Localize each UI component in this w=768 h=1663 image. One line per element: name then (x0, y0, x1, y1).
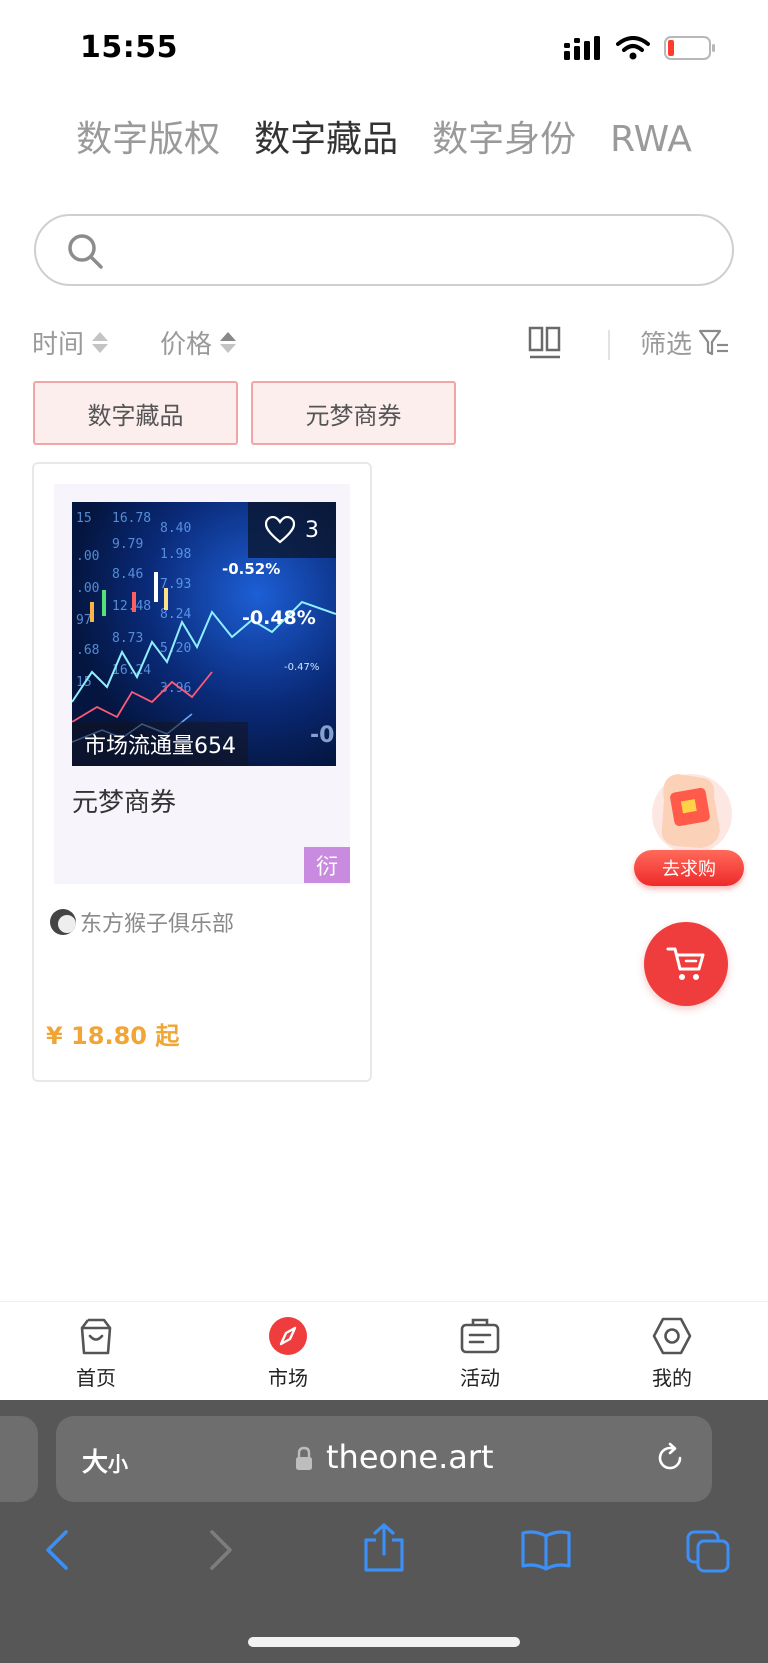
request-to-buy-button[interactable]: 去求购 (634, 756, 744, 886)
svg-text:.00: .00 (76, 549, 99, 564)
reload-icon[interactable] (654, 1442, 686, 1474)
search-icon (68, 234, 103, 269)
sort-arrows-icon (92, 332, 109, 353)
svg-text:8.73: 8.73 (112, 631, 143, 646)
creator-avatar (50, 909, 76, 935)
search-box[interactable] (34, 214, 734, 286)
ticket-icon (460, 1318, 500, 1354)
battery-low-icon (664, 36, 715, 60)
filter-button[interactable]: 筛选 (640, 324, 730, 361)
sort-time-label: 时间 (32, 330, 85, 360)
svg-text:-0.: -0. (310, 723, 336, 748)
search-input[interactable] (116, 226, 716, 276)
status-time: 15:55 (80, 30, 178, 65)
like-button[interactable]: 3 (248, 502, 336, 558)
lock-icon (296, 1446, 312, 1470)
product-price: ¥ 18.80 起 (46, 1022, 180, 1050)
svg-text:.00: .00 (76, 581, 99, 596)
address-bar[interactable]: 大小 theone.art (56, 1416, 712, 1502)
creator-name: 东方猴子俱乐部 (80, 912, 235, 937)
svg-text:1.98: 1.98 (160, 547, 191, 562)
cart-button[interactable] (644, 922, 728, 1006)
svg-text:.68: .68 (76, 643, 99, 658)
svg-text:-0.48%: -0.48% (242, 607, 316, 629)
nav-item-home[interactable]: 首页 (46, 1316, 146, 1391)
category-tabs: 数字版权 数字藏品 数字身份 RWA (0, 110, 768, 170)
status-bar: 15:55 (0, 0, 768, 96)
nav-label-market: 市场 (268, 1366, 308, 1390)
svg-text:15: 15 (76, 511, 92, 526)
bottom-nav: 首页 市场 活动 我的 (0, 1301, 768, 1400)
svg-text:12.48: 12.48 (112, 599, 151, 614)
filter-label: 筛选 (640, 330, 693, 360)
chip-yuanmeng-voucher[interactable]: 元梦商券 (251, 381, 456, 445)
svg-text:16.24: 16.24 (112, 663, 151, 678)
nav-item-activity[interactable]: 活动 (430, 1316, 530, 1391)
grid-view-icon[interactable] (528, 326, 562, 362)
wifi-icon (616, 36, 650, 60)
svg-text:97: 97 (76, 613, 92, 628)
nav-item-profile[interactable]: 我的 (622, 1316, 722, 1391)
browser-toolbar: 大小 theone.art (0, 1400, 768, 1663)
tab-digital-copyright[interactable]: 数字版权 (76, 110, 220, 170)
heart-icon (265, 516, 295, 544)
forward-icon[interactable] (206, 1528, 236, 1572)
sort-price-label: 价格 (160, 330, 213, 360)
svg-text:9.79: 9.79 (112, 537, 143, 552)
hexagon-settings-icon (652, 1317, 692, 1355)
home-indicator (248, 1637, 520, 1647)
previous-tab-preview[interactable] (0, 1416, 38, 1502)
sort-arrows-icon (220, 332, 237, 353)
nav-label-profile: 我的 (652, 1366, 692, 1390)
filter-icon (698, 329, 729, 355)
svg-text:-0.52%: -0.52% (222, 560, 280, 578)
svg-text:5.20: 5.20 (160, 641, 191, 656)
svg-text:-0.47%: -0.47% (284, 662, 319, 673)
tab-rwa[interactable]: RWA (610, 110, 692, 170)
sort-bar: 时间 价格 筛选 (0, 324, 768, 366)
product-title: 元梦商券 (72, 788, 177, 818)
url-text: theone.art (326, 1438, 494, 1476)
nav-item-market[interactable]: 市场 (238, 1316, 338, 1391)
tab-digital-identity[interactable]: 数字身份 (432, 110, 576, 170)
creator-info: 东方猴子俱乐部 (50, 906, 234, 938)
volume-badge: 市场流通量654 (72, 722, 248, 766)
like-count: 3 (305, 517, 319, 543)
svg-text:8.40: 8.40 (160, 521, 191, 536)
filter-chips: 数字藏品 元梦商券 (33, 381, 456, 445)
share-icon[interactable] (362, 1522, 406, 1574)
svg-text:16.78: 16.78 (112, 511, 151, 526)
sort-by-price[interactable]: 价格 (160, 324, 237, 361)
divider (608, 330, 610, 360)
chip-digital-collectibles[interactable]: 数字藏品 (33, 381, 238, 445)
product-card[interactable]: 15 16.78 8.40 .00 9.79 1.98 .00 8.46 7.93 97 12… (32, 462, 372, 1082)
text-size-button[interactable]: 大小 (82, 1442, 128, 1479)
svg-text:8.46: 8.46 (112, 567, 143, 582)
nav-label-activity: 活动 (460, 1366, 500, 1390)
product-image: 15 16.78 8.40 .00 9.79 1.98 .00 8.46 7.93 97 12… (72, 502, 336, 766)
shopping-bag-icon (80, 1318, 112, 1355)
back-icon[interactable] (42, 1528, 72, 1572)
sort-by-time[interactable]: 时间 (32, 324, 109, 361)
status-icons (564, 36, 716, 60)
nav-label-home: 首页 (76, 1366, 116, 1390)
tabs-icon[interactable] (684, 1528, 732, 1574)
request-to-buy-label: 去求购 (634, 850, 744, 886)
cart-icon (666, 947, 705, 980)
compass-icon (269, 1317, 307, 1355)
cellular-signal-icon (564, 36, 600, 60)
tab-digital-collectibles[interactable]: 数字藏品 (254, 110, 398, 170)
bookmarks-icon[interactable] (520, 1528, 572, 1572)
derivative-tag: 衍 (304, 847, 350, 883)
